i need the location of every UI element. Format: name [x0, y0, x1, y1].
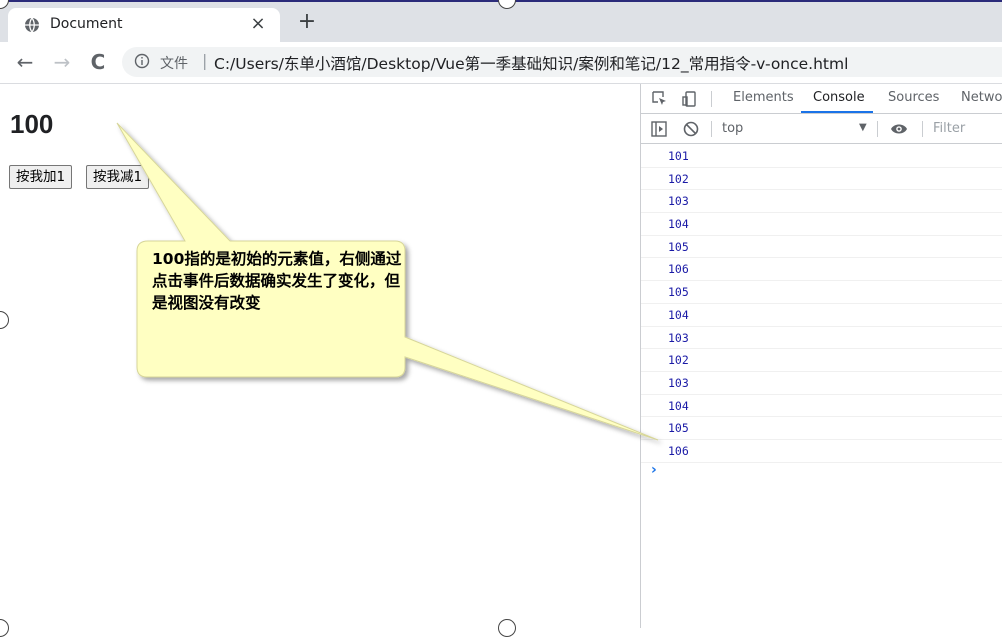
inspect-element-icon[interactable] — [651, 90, 669, 108]
forward-button[interactable]: → — [51, 50, 73, 74]
close-tab-icon[interactable]: × — [248, 13, 268, 34]
console-log-row: 101 — [641, 145, 1002, 168]
console-divider — [711, 121, 712, 137]
decrement-button[interactable]: 按我减1 — [86, 165, 150, 189]
tab-elements[interactable]: Elements — [733, 90, 794, 105]
console-prompt[interactable]: › — [651, 462, 657, 478]
address-separator: | — [202, 51, 208, 70]
tab-sources[interactable]: Sources — [888, 90, 939, 105]
console-toolbar: top ▼ Filter — [641, 114, 1002, 144]
tab-console[interactable]: Console — [813, 90, 865, 105]
console-log-row: 102 — [641, 168, 1002, 191]
scheme-label: 文件 — [160, 56, 188, 72]
callout-text: 100指的是初始的元素值，右侧通过点击事件后数据确实发生了变化，但是视图没有改变 — [152, 250, 402, 312]
active-tab-indicator — [801, 111, 873, 113]
back-button[interactable]: ← — [14, 50, 36, 74]
tab-title: Document — [50, 16, 123, 32]
device-toolbar-icon[interactable] — [681, 90, 699, 108]
console-log-row: 106 — [641, 440, 1002, 463]
console-log-row: 103 — [641, 190, 1002, 214]
browser-toolbar: ← → C 文件 | C:/Users/东单小酒馆/Desktop/Vue第一季… — [0, 42, 1002, 84]
devtools-tab-bar: Elements Console Sources Netwo — [641, 84, 1002, 114]
url-text[interactable]: C:/Users/东单小酒馆/Desktop/Vue第一季基础知识/案例和笔记/… — [214, 52, 848, 74]
new-tab-button[interactable]: + — [296, 9, 318, 34]
filter-input[interactable]: Filter — [933, 121, 965, 136]
toolbar-divider — [711, 91, 712, 107]
context-selector[interactable]: top — [722, 121, 743, 136]
console-log-row: 104 — [641, 304, 1002, 327]
context-dropdown-icon[interactable]: ▼ — [859, 122, 867, 133]
console-log-row: 104 — [641, 213, 1002, 236]
console-log-row: 104 — [641, 395, 1002, 418]
console-divider-2 — [877, 121, 878, 137]
browser-tab[interactable]: Document × — [8, 8, 280, 44]
address-bar[interactable]: 文件 | C:/Users/东单小酒馆/Desktop/Vue第一季基础知识/案… — [122, 47, 1002, 77]
clear-console-icon[interactable] — [682, 120, 700, 138]
reload-button[interactable]: C — [87, 50, 109, 74]
increment-button[interactable]: 按我加1 — [9, 165, 73, 189]
console-log-list: 101 102 103 104 105 106 105 104 103 102 … — [641, 145, 1002, 463]
console-log-row: 103 — [641, 372, 1002, 395]
globe-icon — [25, 17, 39, 33]
tab-network[interactable]: Netwo — [961, 90, 1002, 105]
console-divider-3 — [922, 121, 923, 137]
page-content: 100 按我加1 按我减1 — [0, 84, 640, 628]
console-log-row: 103 — [641, 327, 1002, 350]
console-log-row: 106 — [641, 258, 1002, 282]
counter-heading: 100 — [10, 109, 54, 139]
sidebar-toggle-icon[interactable] — [650, 120, 668, 138]
devtools-panel: Elements Console Sources Netwo top ▼ Fil… — [641, 84, 1002, 628]
eye-icon[interactable] — [890, 120, 908, 138]
console-log-row: 105 — [641, 236, 1002, 259]
console-log-row: 105 — [641, 281, 1002, 304]
console-log-row: 102 — [641, 349, 1002, 372]
console-log-row: 105 — [641, 417, 1002, 440]
info-icon[interactable] — [134, 53, 150, 69]
selection-handle[interactable] — [498, 619, 516, 637]
